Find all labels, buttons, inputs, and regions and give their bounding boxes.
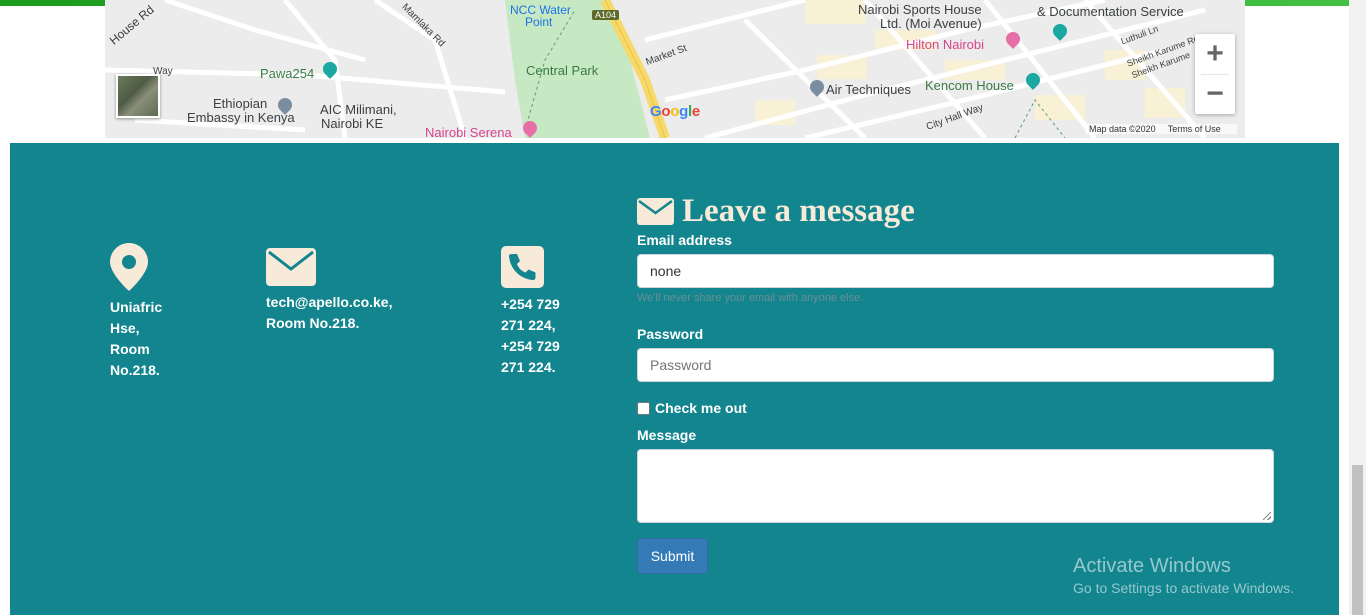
resize-handle-icon[interactable] (1263, 512, 1271, 520)
activate-windows-title: Activate Windows (1073, 555, 1231, 577)
zoom-control: + − (1195, 34, 1235, 114)
password-label: Password (637, 326, 704, 342)
phone-text: +254 729 271 224, +254 729 271 224. (501, 296, 560, 375)
map-label-aic-1: AIC Milimani, (320, 102, 397, 117)
phone-block: +254 729 271 224, +254 729 271 224. (501, 246, 591, 378)
message-textarea[interactable] (637, 449, 1274, 523)
map-label-ethiopian-2: Embassy in Kenya (187, 110, 295, 125)
terms-link[interactable]: Terms of Use (1168, 124, 1221, 134)
envelope-icon (266, 248, 316, 286)
satellite-toggle[interactable] (116, 74, 160, 118)
map-embed[interactable]: House Rd Mamlaka Rd NCC Water Point A104… (105, 0, 1245, 138)
map-label-serena: Nairobi Serena (425, 125, 512, 138)
phone-icon (501, 246, 544, 288)
password-input[interactable]: Password (637, 348, 1274, 382)
map-label-sports-house-1: Nairobi Sports House (858, 2, 982, 17)
map-label-hilton: Hilton Nairobi (906, 37, 985, 52)
address-block: Uniafric Hse, Room No.218. (110, 243, 190, 381)
map-label-doc-service: & Documentation Service (1037, 4, 1184, 19)
email-block: tech@apello.co.ke, Room No.218. (266, 248, 426, 334)
check-me-out-label[interactable]: Check me out (655, 400, 747, 416)
map-label-a104: A104 (592, 10, 620, 20)
map-label-aic-2: Nairobi KE (321, 116, 384, 131)
location-pin-icon (110, 243, 148, 291)
map-footer: Map data ©2020 Terms of Use (1085, 124, 1237, 134)
check-me-out-row[interactable]: Check me out (637, 400, 747, 416)
address-text: Uniafric Hse, Room No.218. (110, 299, 163, 378)
map-label-air-techniques: Air Techniques (826, 82, 912, 97)
message-label: Message (637, 427, 697, 443)
map-label-pawa254: Pawa254 (260, 66, 315, 81)
message-envelope-icon (637, 197, 674, 225)
map-label-sports-house-2: Ltd. (Moi Avenue) (880, 16, 982, 31)
scrollbar-thumb[interactable] (1352, 465, 1363, 615)
map-data-text: Map data ©2020 (1089, 124, 1156, 134)
activate-windows-watermark: Activate Windows Go to Settings to activ… (1073, 555, 1294, 596)
email-text: tech@apello.co.ke, Room No.218. (266, 294, 393, 331)
zoom-out-button[interactable]: − (1195, 74, 1235, 114)
activate-windows-subtitle: Go to Settings to activate Windows. (1073, 580, 1294, 596)
form-title: Leave a message (637, 191, 915, 231)
email-input[interactable]: none (637, 254, 1274, 288)
form-title-text: Leave a message (682, 192, 915, 229)
map-label-ethiopian-1: Ethiopian (213, 96, 268, 111)
zoom-in-button[interactable]: + (1195, 34, 1235, 74)
submit-button[interactable]: Submit (637, 538, 708, 574)
map-label-central-park: Central Park (526, 63, 599, 78)
map-label-kencom: Kencom House (925, 78, 1014, 93)
contact-section: Uniafric Hse, Room No.218. tech@apello.c… (10, 143, 1339, 615)
check-me-out-checkbox[interactable] (637, 401, 650, 415)
google-logo: Google (650, 103, 700, 120)
email-hint: We'll never share your email with anyone… (637, 292, 864, 304)
email-label: Email address (637, 232, 732, 248)
map-label-ncc-point: Point (525, 15, 553, 29)
